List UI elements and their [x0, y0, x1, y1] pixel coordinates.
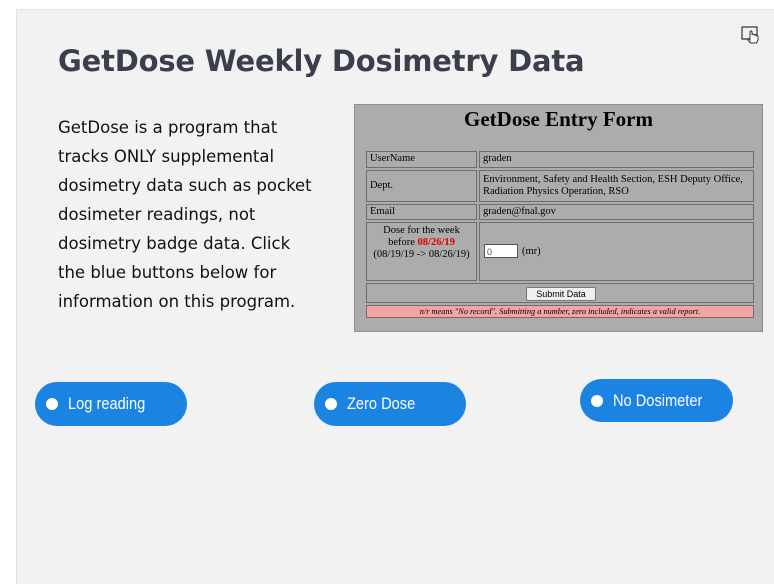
form-title: GetDose Entry Form: [464, 107, 653, 131]
description-line: the blue buttons below for: [58, 263, 277, 282]
email-row: Email graden@fnal.gov: [366, 204, 754, 220]
page-title: GetDose Weekly Dosimetry Data: [58, 44, 585, 78]
dept-value: Environment, Safety and Health Section, …: [479, 170, 754, 202]
description-line: dosimetry data such as pocket: [58, 176, 312, 195]
dept-label: Dept.: [366, 170, 477, 202]
description-line: GetDose is a program that: [58, 118, 278, 137]
log-reading-label: Log reading: [68, 394, 146, 413]
dose-date: 08/26/19: [417, 237, 455, 248]
submit-cell: Submit Data: [366, 283, 754, 303]
dose-label-line: before 08/26/19: [370, 237, 473, 249]
description-text: GetDose is a program that tracks ONLY su…: [58, 113, 350, 316]
email-value: graden@fnal.gov: [479, 204, 754, 220]
description-line: dosimeter readings, not: [58, 205, 256, 224]
entry-form-screenshot: GetDose Entry Form UserName graden Dept.…: [354, 104, 763, 332]
zero-dose-button[interactable]: Zero Dose: [314, 382, 466, 426]
dose-row: Dose for the week before 08/26/19 (08/19…: [366, 222, 754, 281]
email-label: Email: [366, 204, 477, 220]
description-line: tracks ONLY supplemental: [58, 147, 275, 166]
username-label: UserName: [366, 151, 477, 168]
description-line: dosimetry badge data. Click: [58, 234, 291, 253]
dose-label-line: Dose for the week: [383, 225, 460, 236]
radio-dot-icon: [591, 394, 603, 407]
touch-hand-icon[interactable]: [741, 26, 761, 44]
zero-dose-label: Zero Dose: [347, 394, 416, 413]
username-value: graden: [479, 151, 754, 168]
dept-row: Dept. Environment, Safety and Health Sec…: [366, 170, 754, 202]
submit-data-button: Submit Data: [526, 287, 596, 301]
log-reading-button[interactable]: Log reading: [35, 382, 187, 426]
dose-unit: (mr): [522, 246, 541, 257]
dose-range: (08/19/19 -> 08/26/19): [373, 249, 470, 260]
note-row: n/r means "No record". Submitting a numb…: [366, 305, 754, 318]
dose-entry-cell: 0 (mr): [479, 222, 754, 281]
radio-dot-icon: [325, 398, 337, 410]
record-note: n/r means "No record". Submitting a numb…: [366, 305, 754, 318]
description-line: information on this program.: [58, 292, 296, 311]
radio-dot-icon: [46, 398, 58, 410]
dose-label: Dose for the week before 08/26/19 (08/19…: [366, 222, 477, 281]
no-dosimeter-button[interactable]: No Dosimeter: [580, 379, 733, 422]
dose-input: 0: [484, 244, 518, 258]
no-dosimeter-label: No Dosimeter: [613, 391, 703, 410]
submit-row: Submit Data: [366, 283, 754, 303]
username-row: UserName graden: [366, 151, 754, 168]
dose-before: before: [388, 237, 415, 248]
